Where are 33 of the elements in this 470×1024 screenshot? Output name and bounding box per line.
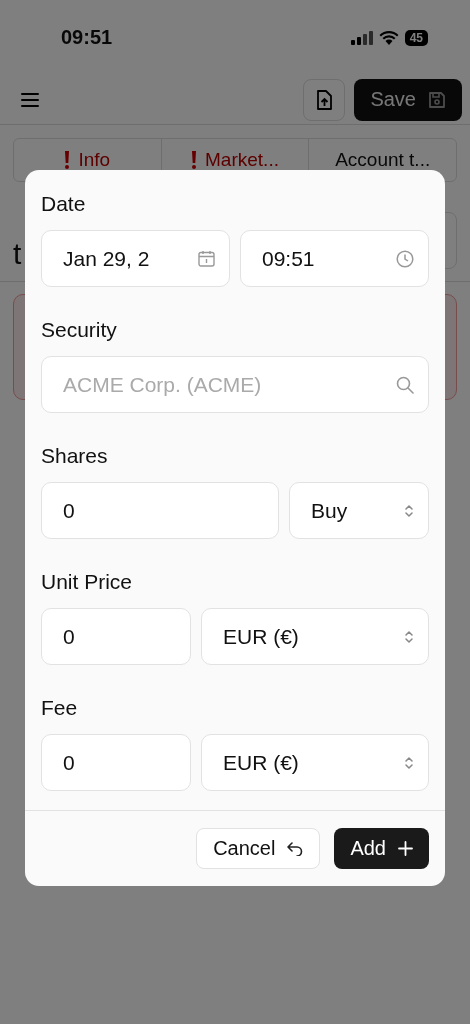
number-field[interactable]: 0 [41, 482, 279, 539]
select-field[interactable]: EUR (€) [201, 734, 429, 791]
select-field[interactable]: Buy [289, 482, 429, 539]
field-label: Unit Price [41, 570, 134, 594]
chevron-up-down-icon [404, 628, 414, 645]
battery-level: 45 [404, 29, 428, 46]
menu-icon[interactable] [21, 92, 39, 107]
calendar-icon [198, 250, 215, 267]
file-upload-icon [316, 89, 333, 110]
field-label: Security [41, 318, 118, 342]
add-button[interactable]: Add [334, 828, 429, 869]
number-field[interactable]: 0 [41, 608, 191, 665]
signal-icon [350, 30, 373, 45]
cancel-button[interactable]: Cancel [196, 828, 321, 869]
undo-icon [287, 841, 304, 856]
time-field[interactable]: 09:51 [240, 230, 429, 287]
save-button[interactable]: Save [354, 78, 462, 121]
chevron-up-down-icon [404, 754, 414, 771]
select-field[interactable]: EUR (€) [201, 608, 429, 665]
chevron-up-down-icon [404, 502, 414, 519]
wifi-icon [378, 30, 399, 45]
field-label: Shares [41, 444, 109, 468]
page-heading: t [13, 236, 22, 272]
clock-icon [396, 249, 414, 268]
field-label: Fee [41, 696, 79, 720]
plus-icon [398, 841, 413, 856]
search-icon [396, 375, 414, 394]
upload-button[interactable] [303, 78, 346, 121]
number-field[interactable]: 0 [41, 734, 191, 791]
status-time: 09:51 [61, 26, 113, 49]
date-field[interactable]: Jan 29, 2 [41, 230, 230, 287]
field-label: Date [41, 192, 87, 216]
save-icon [428, 90, 446, 109]
